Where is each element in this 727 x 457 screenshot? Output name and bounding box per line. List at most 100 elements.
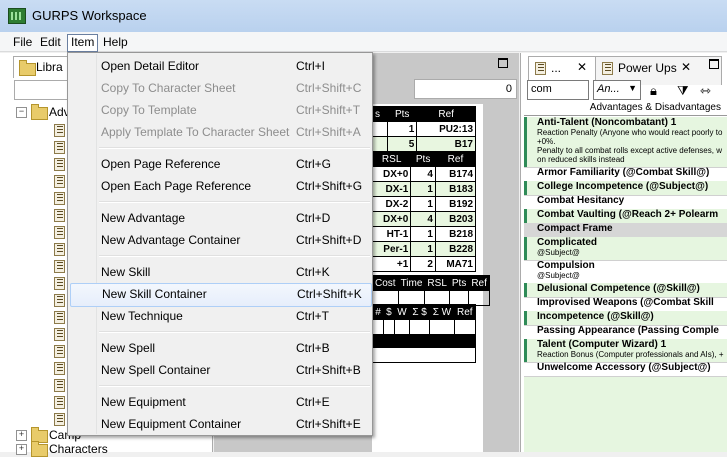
column-header: W [393,304,410,320]
maximize-icon[interactable] [709,59,719,69]
menu-item-apply-template: Apply Template To Character Sheet Ctrl+Sh… [101,125,361,139]
table-cell: MA71 [434,256,477,272]
file-icon [533,61,547,75]
table-cell: 4 [410,211,436,227]
menu-item-new-spell-container[interactable]: New Spell Container Ctrl+Shift+B [70,359,370,381]
list-item[interactable]: Complicated @Subject@ [524,237,727,261]
menu-item-new-technique[interactable]: New Technique Ctrl+T [70,305,370,327]
menu-item-new-equipment-container[interactable]: New Equipment Container Ctrl+Shift+E [70,413,370,435]
file-icon[interactable] [52,344,66,358]
window-title: GURPS Workspace [32,8,147,23]
menu-item-open-page-reference[interactable]: Open Page Reference Ctrl+G [70,153,370,175]
file-icon[interactable] [52,327,66,341]
column-header: RSL [424,275,450,291]
table-cell: 1 [410,196,436,212]
file-icon[interactable] [52,412,66,426]
item-note: +0%. [537,137,556,146]
menu-item[interactable]: Item [67,34,99,52]
column-header: Cost [372,275,399,291]
collapse-icon[interactable]: − [16,107,27,118]
table-cell: DX+0 [371,166,412,182]
file-icon[interactable] [52,259,66,273]
item-menu-dropdown: Open Detail Editor Ctrl+I Copy To Charact… [67,52,373,436]
list-item[interactable]: Passing Appearance (Passing Comple [524,325,727,340]
column-header: s [371,106,389,122]
category-filter-select[interactable]: An... ▼ [593,80,641,100]
list-item[interactable]: Compulsion @Subject@ [524,260,727,284]
item-note: on reduced skills instead [537,155,625,164]
zoom-field[interactable]: 0 [414,79,517,99]
file-icon[interactable] [52,174,66,188]
menu-item-new-spell[interactable]: New Spell Ctrl+B [70,337,370,359]
expand-icon[interactable]: + [16,444,27,455]
column-header: $ [382,304,395,320]
tree-item-characters[interactable]: Characters [49,442,108,456]
column-header: Σ $ [408,304,431,320]
column-header: Time [397,275,426,291]
file-icon[interactable] [52,191,66,205]
chevron-down-icon: ▼ [628,83,637,93]
list-item[interactable]: Delusional Competence (@Skill@) [524,283,727,298]
file-icon[interactable] [52,157,66,171]
file-icon[interactable] [52,276,66,290]
menu-edit[interactable]: Edit [37,34,64,50]
item-name: Improvised Weapons (@Combat Skill [537,297,714,308]
column-header: Pts [448,275,470,291]
list-item[interactable]: Combat Vaulting (@Reach 2+ Polearm [524,209,727,224]
list-item[interactable]: Improvised Weapons (@Combat Skill [524,297,727,312]
list-item[interactable]: Combat Hesitancy [524,195,727,210]
equipment-table: # $ W Σ $ Σ W Ref [372,304,477,335]
menu-item-new-advantage-container[interactable]: New Advantage Container Ctrl+Shift+D [70,229,370,251]
library-tab-label: Libra [36,60,63,74]
table-cell: B228 [434,241,477,257]
filter-icon[interactable]: ⧩ [677,83,689,99]
list-item[interactable]: Talent (Computer Wizard) 1 Reaction Bonus… [524,339,727,363]
tab-label: ... [551,61,562,75]
menu-file[interactable]: File [10,34,35,50]
library-tab[interactable]: Libra [13,56,73,78]
list-item[interactable]: Anti-Talent (Noncombatant) 1 Reaction Pen… [524,117,727,168]
menu-item-open-detail-editor[interactable]: Open Detail Editor Ctrl+I [70,55,370,77]
file-icon[interactable] [52,242,66,256]
skills-table: RSL Pts Ref DX+0 4 B174 DX-1 1 B183 DX-2 1 B192 … [371,151,477,272]
menu-help[interactable]: Help [100,34,131,50]
menu-separator [99,331,370,333]
file-icon[interactable] [52,225,66,239]
item-note: Reaction Penalty (Anyone who would react… [537,128,723,137]
item-name: Complicated [537,237,598,248]
search-input[interactable]: com [527,80,589,100]
table-cell: B203 [434,211,477,227]
file-icon[interactable] [52,361,66,375]
menu-item-new-skill[interactable]: New Skill Ctrl+K [70,261,370,283]
spells-table: Cost Time RSL Pts Ref [372,275,490,306]
menu-item-new-advantage[interactable]: New Advantage Ctrl+D [70,207,370,229]
list-item[interactable]: Compact Frame [524,223,727,238]
close-icon[interactable]: ✕ [681,60,691,74]
file-icon[interactable] [52,310,66,324]
lock-icon[interactable]: 🔒︎ [650,83,657,99]
table-cell: +1 [371,256,412,272]
file-icon[interactable] [52,123,66,137]
list-item[interactable]: Armor Familiarity (@Combat Skill@) [524,167,727,182]
folder-icon [31,441,48,457]
file-icon[interactable] [52,378,66,392]
item-name: Delusional Competence (@Skill@) [537,283,700,294]
maximize-icon[interactable] [498,58,508,68]
file-icon[interactable] [52,208,66,222]
list-item[interactable]: College Incompetence (@Subject@) [524,181,727,196]
item-name: Compulsion [537,260,595,271]
menu-item-new-skill-container[interactable]: New Skill Container Ctrl+Shift+K [70,283,372,307]
close-icon[interactable]: ✕ [577,60,587,74]
item-name: Armor Familiarity (@Combat Skill@) [537,167,710,178]
table-cell: B218 [434,226,477,242]
menu-item-new-equipment[interactable]: New Equipment Ctrl+E [70,391,370,413]
list-item[interactable]: Incompetence (@Skill@) [524,311,727,326]
table-cell: 1 [410,181,436,197]
file-icon[interactable] [52,395,66,409]
expand-icon[interactable]: + [16,430,27,441]
list-item[interactable]: Unwelcome Accessory (@Subject@) [524,362,727,377]
menu-item-open-each-page-reference[interactable]: Open Each Page Reference Ctrl+Shift+G [70,175,370,197]
expand-collapse-icon[interactable]: ⇿ [700,83,711,99]
file-icon[interactable] [52,293,66,307]
file-icon[interactable] [52,140,66,154]
